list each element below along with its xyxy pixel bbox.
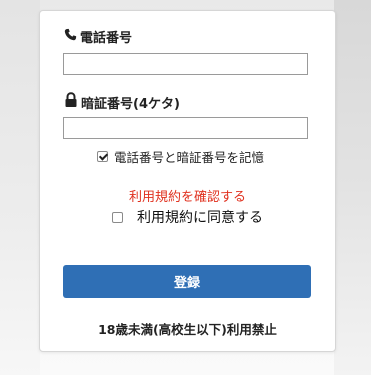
lock-icon xyxy=(64,92,81,112)
background-left xyxy=(0,0,40,375)
remember-row[interactable]: 電話番号と暗証番号を記憶 xyxy=(97,147,264,166)
phone-label-text: 電話番号 xyxy=(80,31,133,46)
phone-input[interactable] xyxy=(63,53,308,75)
background-right xyxy=(334,0,371,375)
remember-checkbox[interactable] xyxy=(97,151,108,162)
agree-label: 利用規約に同意する xyxy=(137,210,263,226)
age-notice: 18歳未満(高校生以下)利用禁止 xyxy=(98,322,277,337)
phone-label: 電話番号 xyxy=(64,27,132,46)
agree-checkbox[interactable] xyxy=(112,211,123,223)
agree-row[interactable]: 利用規約に同意する xyxy=(112,207,263,227)
pin-label: 暗証番号(4ケタ) xyxy=(64,92,180,112)
login-card: 電話番号 暗証番号(4ケタ) 電話番号と暗証番号を記憶 利用規約を確認する 利用… xyxy=(39,10,336,352)
terms-link[interactable]: 利用規約を確認する xyxy=(40,186,335,205)
pin-label-text: 暗証番号(4ケタ) xyxy=(81,96,180,112)
remember-label: 電話番号と暗証番号を記憶 xyxy=(114,150,265,165)
phone-icon xyxy=(64,28,80,45)
register-button[interactable]: 登録 xyxy=(63,265,311,298)
pin-input[interactable] xyxy=(63,117,308,139)
